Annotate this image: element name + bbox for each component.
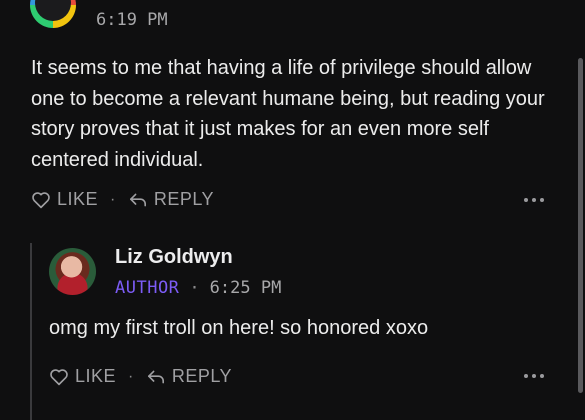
reply-body: omg my first troll on here! so honored x… (49, 317, 429, 339)
like-button[interactable]: LIKE (31, 189, 98, 210)
reply-meta: AUTHOR · 6:25 PM (115, 278, 281, 298)
commenter-avatar[interactable] (30, 0, 76, 28)
reply-label: REPLY (171, 366, 233, 386)
comment-timestamp: 6:19 PM (96, 10, 168, 30)
reply-button[interactable]: REPLY (128, 189, 214, 210)
meta-separator: · (189, 278, 200, 298)
comment-actions: LIKE · REPLY (31, 189, 214, 210)
reply-like-button[interactable]: LIKE (49, 366, 116, 387)
reply-arrow-icon (147, 370, 164, 383)
reply-actions: LIKE · REPLY (49, 366, 232, 387)
action-separator: · (110, 190, 116, 208)
reply-reply-button[interactable]: REPLY (146, 366, 232, 387)
author-avatar[interactable] (49, 248, 96, 295)
comment-body: It seems to me that having a life of pri… (31, 57, 545, 171)
heart-icon (32, 191, 50, 208)
author-badge: AUTHOR (115, 278, 180, 298)
reply-label: REPLY (153, 189, 215, 209)
reply-timestamp: 6:25 PM (209, 278, 282, 298)
like-label: LIKE (57, 189, 99, 209)
action-separator: · (128, 367, 134, 385)
heart-icon (50, 368, 68, 385)
thread-line (30, 243, 32, 420)
reply-author-name[interactable]: Liz Goldwyn (115, 246, 233, 269)
like-label: LIKE (75, 366, 117, 386)
reply-arrow-icon (129, 193, 146, 206)
scrollbar[interactable] (578, 58, 583, 393)
more-options-icon[interactable] (524, 197, 544, 203)
more-options-icon[interactable] (524, 373, 544, 379)
